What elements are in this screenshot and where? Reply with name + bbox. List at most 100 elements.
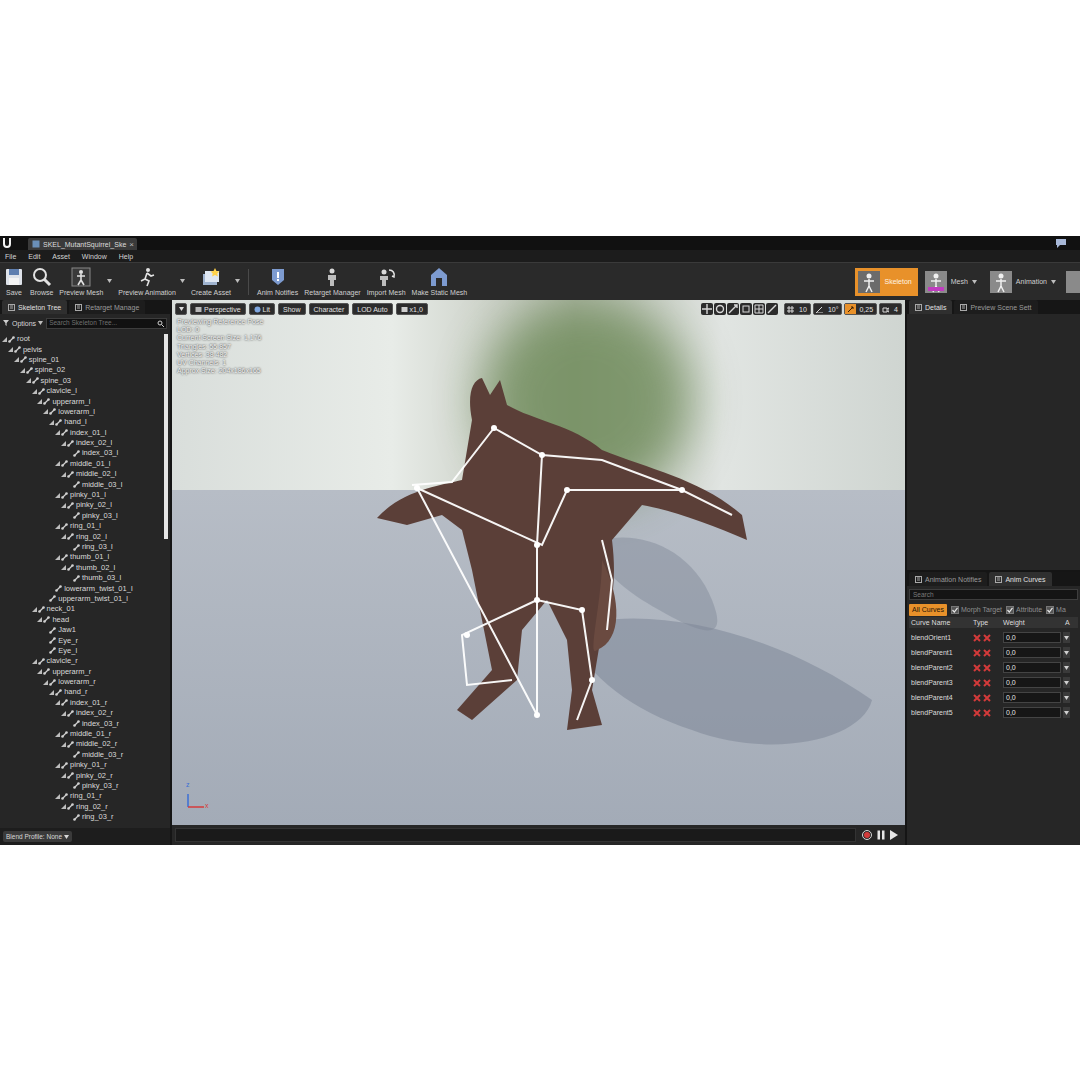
curve-row[interactable]: blendParent20,0 <box>909 660 1078 675</box>
bone-row[interactable]: thumb_03_l <box>0 573 164 583</box>
transform-tool-icon[interactable] <box>753 303 765 315</box>
expanded-arrow-icon[interactable] <box>55 732 60 737</box>
weight-spin-button[interactable] <box>1063 677 1070 688</box>
bone-row[interactable]: Jaw1 <box>0 625 164 635</box>
expanded-arrow-icon[interactable] <box>61 503 66 508</box>
viewport-button[interactable]: LOD Auto <box>352 303 392 315</box>
bone-row[interactable]: Eye_r <box>0 635 164 645</box>
bone-row[interactable]: lowerarm_twist_01_l <box>0 583 164 593</box>
bone-row[interactable]: ring_03_l <box>0 542 164 552</box>
viewport-button[interactable]: Character <box>309 303 350 315</box>
pause-icon[interactable] <box>877 830 885 840</box>
filter-checkbox[interactable]: Morph Target <box>951 605 1002 614</box>
bone-row[interactable]: index_01_l <box>0 428 164 438</box>
delete-curve-icon[interactable] <box>973 634 981 642</box>
expanded-arrow-icon[interactable] <box>55 700 60 705</box>
expanded-arrow-icon[interactable] <box>49 420 54 425</box>
expanded-arrow-icon[interactable] <box>61 441 66 446</box>
bone-row[interactable]: hand_r <box>0 687 164 697</box>
bone-row[interactable]: index_02_l <box>0 438 164 448</box>
weight-field[interactable]: 0,0 <box>1003 632 1061 643</box>
expanded-arrow-icon[interactable] <box>55 493 60 498</box>
snap-setting[interactable]: 4 <box>879 303 902 315</box>
expanded-arrow-icon[interactable] <box>43 680 48 685</box>
bone-row[interactable]: index_02_r <box>0 708 164 718</box>
bone-row[interactable]: pelvis <box>0 344 164 354</box>
curve-row[interactable]: blendParent30,0 <box>909 675 1078 690</box>
weight-field[interactable]: 0,0 <box>1003 662 1061 673</box>
expanded-arrow-icon[interactable] <box>55 763 60 768</box>
panel-tab[interactable]: Details <box>909 300 952 314</box>
delete-curve-icon[interactable] <box>983 709 991 717</box>
expanded-arrow-icon[interactable] <box>55 555 60 560</box>
bone-row[interactable]: index_03_l <box>0 448 164 458</box>
expanded-arrow-icon[interactable] <box>61 773 66 778</box>
delete-curve-icon[interactable] <box>973 694 981 702</box>
expanded-arrow-icon[interactable] <box>61 565 66 570</box>
toolbar-button[interactable]: Anim Notifies <box>254 267 301 297</box>
toolbar-button[interactable]: Browse <box>27 267 56 297</box>
toolbar-button[interactable]: Save <box>1 267 27 297</box>
delete-curve-icon[interactable] <box>973 664 981 672</box>
weight-spin-button[interactable] <box>1063 692 1070 703</box>
transform-tool-icon[interactable] <box>766 303 778 315</box>
weight-spin-button[interactable] <box>1063 662 1070 673</box>
bone-row[interactable]: pinky_02_l <box>0 500 164 510</box>
bone-row[interactable]: middle_02_r <box>0 739 164 749</box>
menu-item[interactable]: Asset <box>52 252 70 261</box>
mode-button[interactable]: Mesh <box>922 268 983 296</box>
delete-curve-icon[interactable] <box>983 634 991 642</box>
expanded-arrow-icon[interactable] <box>20 368 25 373</box>
menu-item[interactable]: Help <box>119 252 133 261</box>
expanded-arrow-icon[interactable] <box>55 461 60 466</box>
panel-tab[interactable]: Preview Scene Sett <box>954 300 1037 314</box>
snap-setting[interactable]: 10° <box>813 303 843 315</box>
delete-curve-icon[interactable] <box>983 664 991 672</box>
expanded-arrow-icon[interactable] <box>61 534 66 539</box>
bone-row[interactable]: root <box>0 334 164 344</box>
menu-item[interactable]: Edit <box>28 252 40 261</box>
expanded-arrow-icon[interactable] <box>2 337 7 342</box>
weight-spin-button[interactable] <box>1063 647 1070 658</box>
bone-row[interactable]: middle_02_l <box>0 469 164 479</box>
bone-row[interactable]: spine_01 <box>0 355 164 365</box>
timeline-track[interactable] <box>175 828 856 842</box>
menu-item[interactable]: File <box>5 252 16 261</box>
snap-setting[interactable]: 0,25 <box>844 303 877 315</box>
play-icon[interactable] <box>890 830 898 840</box>
toolbar-button[interactable]: Preview Animation <box>115 267 188 297</box>
curve-search[interactable]: Search <box>909 589 1078 600</box>
snap-setting[interactable]: 10 <box>784 303 811 315</box>
toolbar-button[interactable]: Import Mesh <box>364 267 409 297</box>
tab-close-button[interactable]: × <box>129 240 134 249</box>
weight-field[interactable]: 0,0 <box>1003 692 1061 703</box>
panel-tab[interactable]: Retarget Manage <box>69 300 145 314</box>
expanded-arrow-icon[interactable] <box>61 472 66 477</box>
bone-row[interactable]: hand_l <box>0 417 164 427</box>
viewport-button[interactable]: Lit <box>249 303 275 315</box>
bone-row[interactable]: spine_03 <box>0 376 164 386</box>
expanded-arrow-icon[interactable] <box>26 378 31 383</box>
bone-row[interactable]: middle_01_r <box>0 729 164 739</box>
bone-row[interactable]: middle_03_l <box>0 479 164 489</box>
menu-item[interactable]: Window <box>82 252 107 261</box>
expanded-arrow-icon[interactable] <box>55 794 60 799</box>
viewport-scene[interactable]: PerspectiveLitShowCharacterLOD Autox1,01… <box>172 300 905 825</box>
bone-row[interactable]: middle_03_r <box>0 750 164 760</box>
expanded-arrow-icon[interactable] <box>55 430 60 435</box>
delete-curve-icon[interactable] <box>973 649 981 657</box>
weight-field[interactable]: 0,0 <box>1003 647 1061 658</box>
viewport-button[interactable]: x1,0 <box>396 303 428 315</box>
panel-tab[interactable]: Animation Notifies <box>909 572 987 586</box>
bone-row[interactable]: ring_01_r <box>0 791 164 801</box>
expanded-arrow-icon[interactable] <box>14 357 19 362</box>
delete-curve-icon[interactable] <box>973 709 981 717</box>
delete-curve-icon[interactable] <box>983 679 991 687</box>
bone-row[interactable]: pinky_03_l <box>0 511 164 521</box>
expanded-arrow-icon[interactable] <box>49 690 54 695</box>
record-icon[interactable] <box>862 830 872 840</box>
bone-row[interactable]: middle_01_l <box>0 459 164 469</box>
viewport-button[interactable]: Perspective <box>190 303 246 315</box>
toolbar-button[interactable]: Make Static Mesh <box>409 267 471 297</box>
curve-row[interactable]: blendOrient10,0 <box>909 630 1078 645</box>
